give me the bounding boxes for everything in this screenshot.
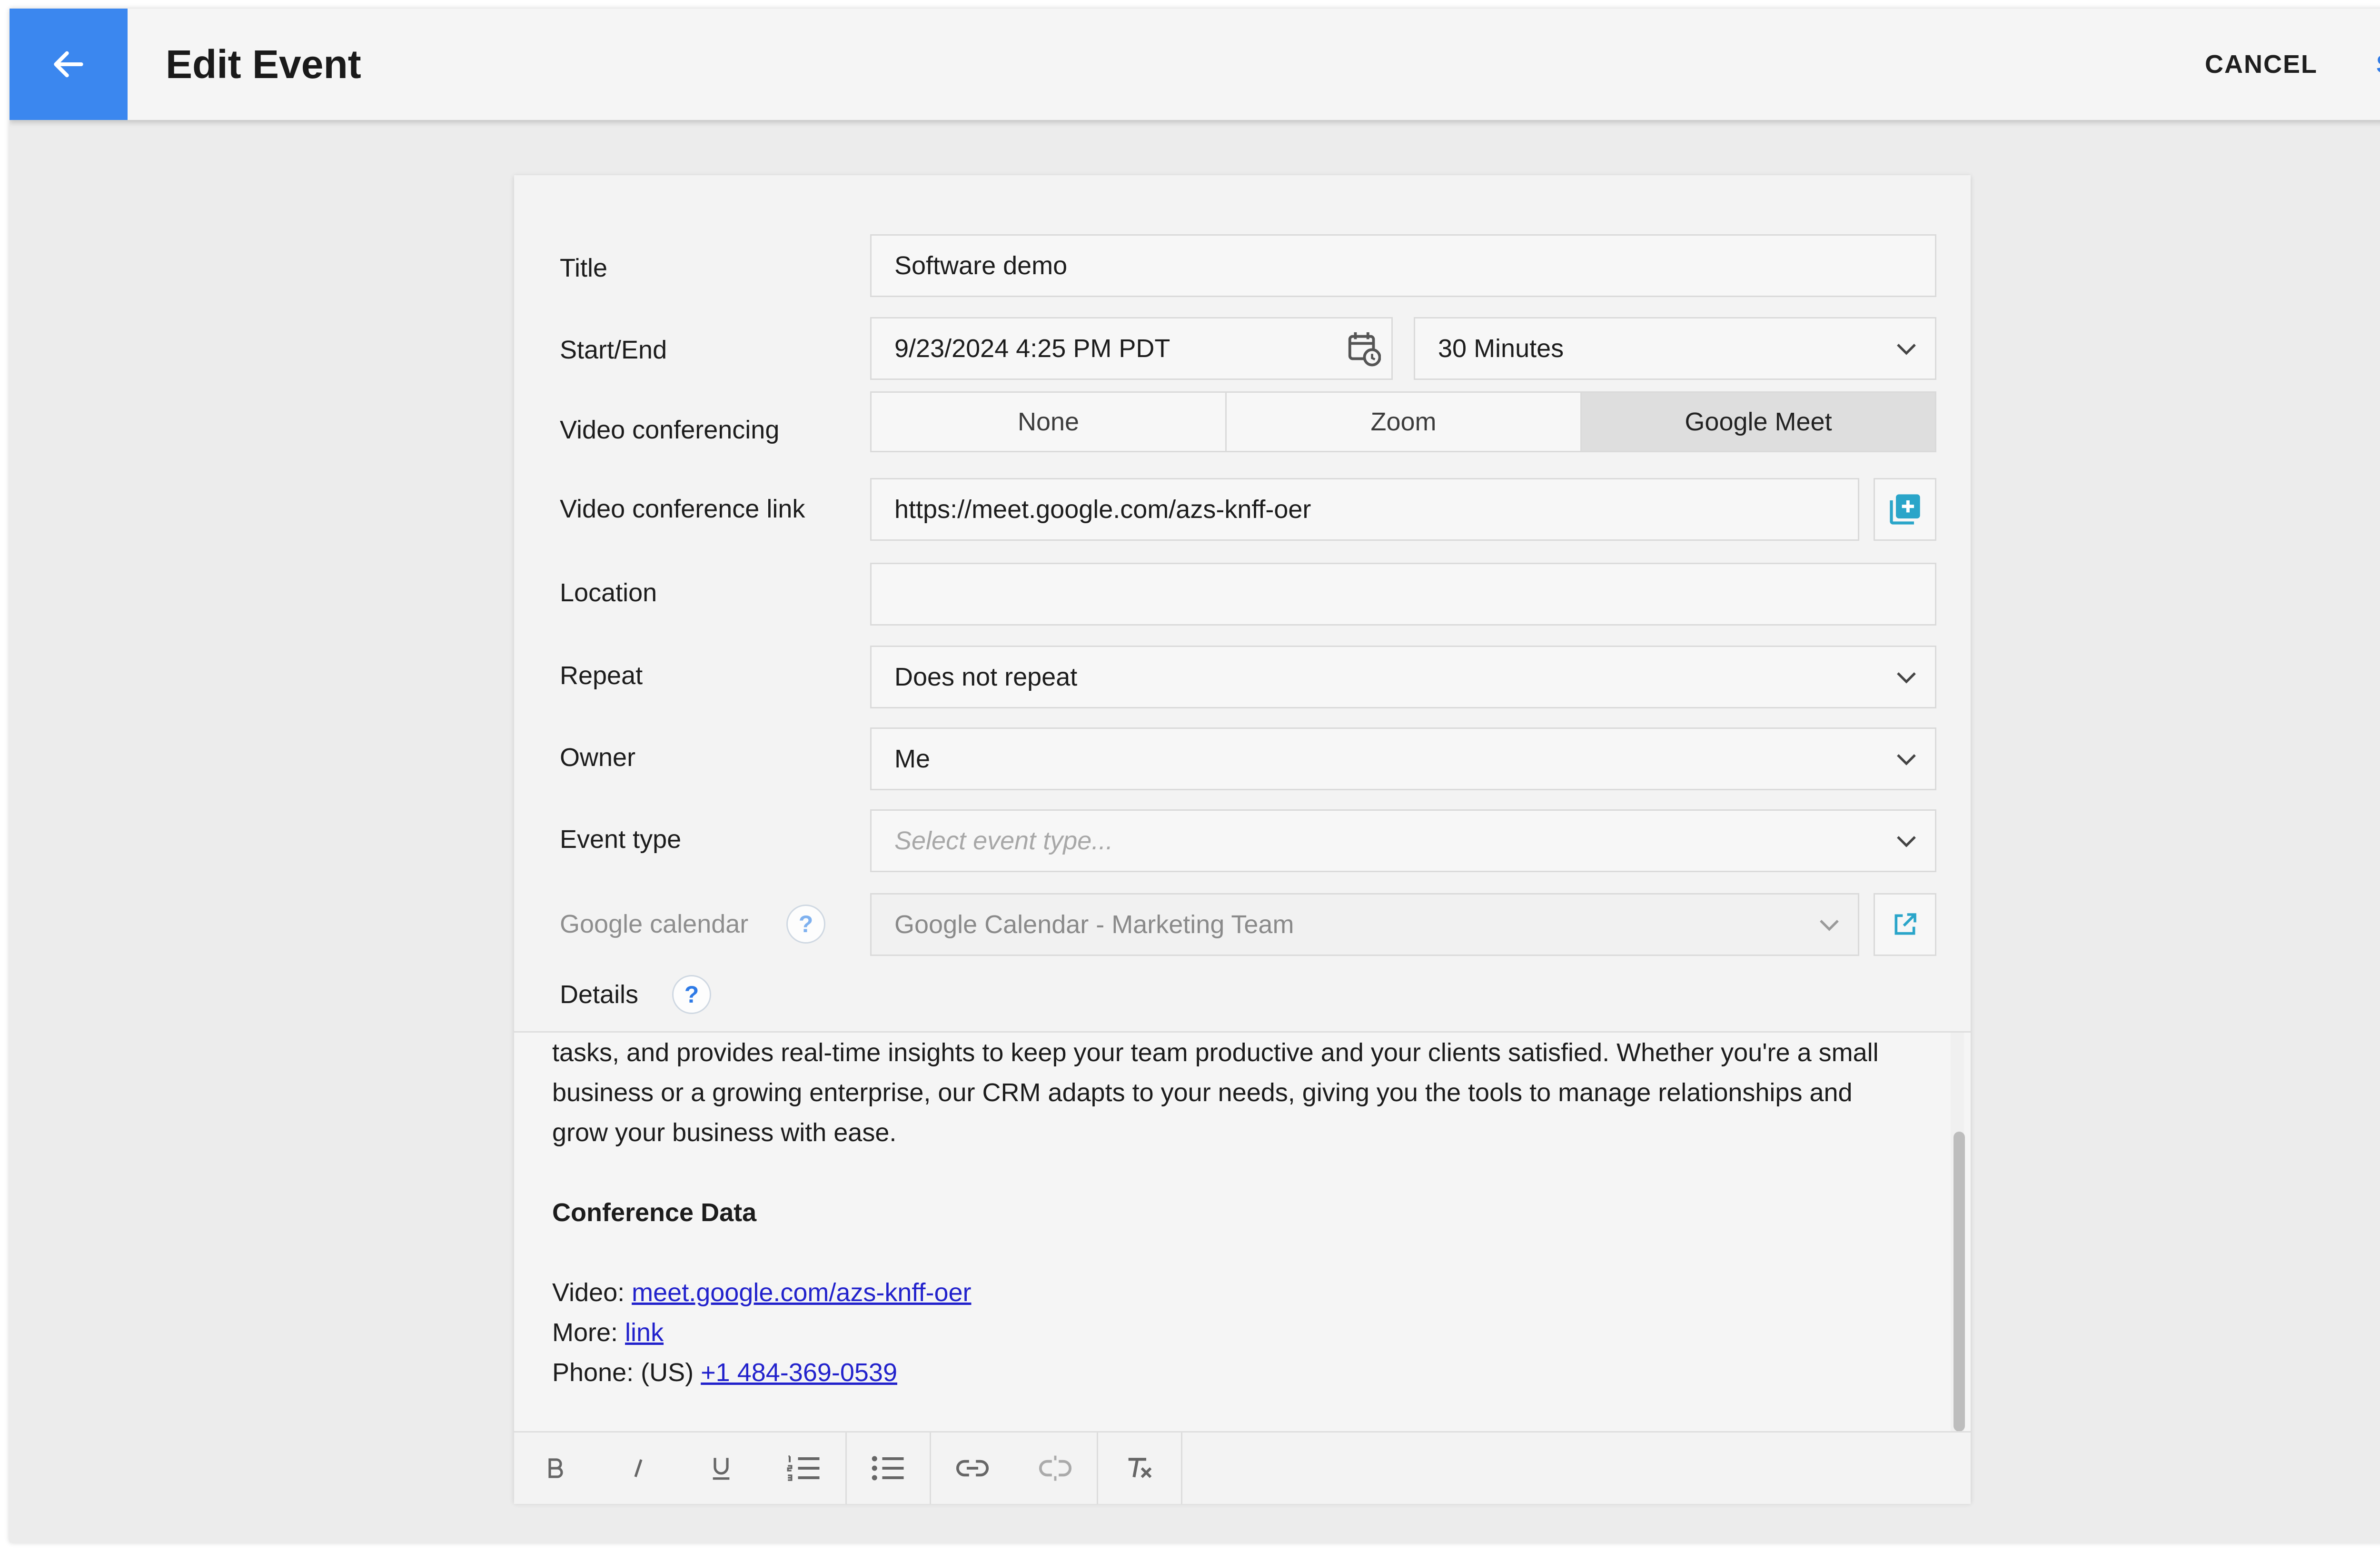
chevron-down-icon bbox=[1897, 836, 1916, 847]
toolbar-divider bbox=[1181, 1433, 1182, 1504]
bullet-list-icon bbox=[872, 1456, 904, 1481]
save-button[interactable]: SAVE bbox=[2376, 9, 2380, 120]
start-end-label: Start/End bbox=[560, 336, 667, 364]
event-form-card: Title Software demo Start/End 9/23/2024 … bbox=[514, 175, 1971, 1504]
bold-button[interactable] bbox=[514, 1433, 597, 1504]
chevron-down-icon bbox=[1897, 672, 1916, 684]
add-video-link-button[interactable] bbox=[1874, 478, 1936, 541]
video-conferencing-label: Video conferencing bbox=[560, 416, 780, 444]
title-value: Software demo bbox=[894, 251, 1068, 280]
bullet-list-button[interactable] bbox=[847, 1433, 930, 1504]
details-line: tasks, and provides real-time insights t… bbox=[552, 1038, 1879, 1067]
calendar-clock-icon[interactable] bbox=[1347, 331, 1381, 367]
phone-prefix: Phone: (US) bbox=[552, 1358, 701, 1387]
event-type-label: Event type bbox=[560, 825, 682, 854]
ordered-list-icon bbox=[787, 1455, 820, 1481]
details-help-icon[interactable]: ? bbox=[672, 975, 711, 1014]
video-link-value: https://meet.google.com/azs-knff-oer bbox=[894, 495, 1311, 524]
google-calendar-label: Google calendar bbox=[560, 910, 749, 938]
owner-label: Owner bbox=[560, 743, 636, 772]
video-prefix: Video: bbox=[552, 1278, 632, 1307]
back-button[interactable] bbox=[10, 9, 128, 120]
owner-value: Me bbox=[894, 745, 931, 773]
conference-data-heading: Conference Data bbox=[552, 1198, 757, 1227]
remove-link-button[interactable] bbox=[1014, 1433, 1097, 1504]
editor-scrollbar[interactable] bbox=[1954, 1132, 1965, 1432]
meet-link[interactable]: meet.google.com/azs-knff-oer bbox=[632, 1278, 971, 1307]
chevron-down-icon bbox=[1897, 754, 1916, 766]
video-option-none[interactable]: None bbox=[872, 393, 1227, 451]
underline-button[interactable] bbox=[680, 1433, 763, 1504]
duration-select[interactable]: 30 Minutes bbox=[1414, 317, 1936, 380]
repeat-select[interactable]: Does not repeat bbox=[870, 646, 1936, 708]
details-editor[interactable]: tasks, and provides real-time insights t… bbox=[514, 1031, 1971, 1433]
arrow-left-icon bbox=[54, 51, 83, 78]
details-label: Details bbox=[560, 980, 639, 1009]
open-calendar-button[interactable] bbox=[1874, 893, 1936, 956]
more-line: More: link bbox=[552, 1313, 1942, 1353]
video-link-label: Video conference link bbox=[560, 495, 805, 523]
video-conferencing-toggle: None Zoom Google Meet bbox=[870, 391, 1936, 452]
formatting-toolbar bbox=[514, 1431, 1971, 1504]
app-window: Edit Event CANCEL SAVE Title Software de… bbox=[10, 9, 2380, 1542]
title-input[interactable]: Software demo bbox=[870, 234, 1936, 297]
owner-select[interactable]: Me bbox=[870, 727, 1936, 790]
start-datetime-input[interactable]: 9/23/2024 4:25 PM PDT bbox=[870, 317, 1393, 380]
bold-icon bbox=[548, 1458, 563, 1478]
add-copy-icon bbox=[1890, 494, 1920, 525]
video-option-google-meet[interactable]: Google Meet bbox=[1582, 393, 1935, 451]
duration-value: 30 Minutes bbox=[1438, 334, 1564, 363]
event-type-select[interactable]: Select event type... bbox=[870, 809, 1936, 872]
italic-icon bbox=[634, 1459, 643, 1477]
phone-link[interactable]: +1 484-369-0539 bbox=[701, 1358, 897, 1387]
details-content[interactable]: tasks, and provides real-time insights t… bbox=[552, 1033, 1942, 1393]
video-line: Video: meet.google.com/azs-knff-oer bbox=[552, 1273, 1942, 1313]
google-calendar-help-icon[interactable]: ? bbox=[786, 905, 825, 944]
location-input[interactable] bbox=[870, 563, 1936, 626]
underline-icon bbox=[713, 1458, 730, 1480]
italic-button[interactable] bbox=[597, 1433, 680, 1504]
chevron-down-icon bbox=[1897, 344, 1916, 355]
chevron-down-icon bbox=[1820, 920, 1839, 931]
start-datetime-value: 9/23/2024 4:25 PM PDT bbox=[894, 334, 1170, 363]
unlink-icon bbox=[1039, 1455, 1072, 1481]
google-calendar-select[interactable]: Google Calendar - Marketing Team bbox=[870, 893, 1859, 956]
more-prefix: More: bbox=[552, 1318, 625, 1347]
phone-line: Phone: (US) +1 484-369-0539 bbox=[552, 1353, 1942, 1393]
ordered-list-button[interactable] bbox=[763, 1433, 845, 1504]
more-link[interactable]: link bbox=[625, 1318, 664, 1347]
google-calendar-value: Google Calendar - Marketing Team bbox=[894, 910, 1294, 939]
location-label: Location bbox=[560, 578, 657, 607]
video-option-zoom[interactable]: Zoom bbox=[1227, 393, 1582, 451]
top-bar: Edit Event CANCEL SAVE bbox=[10, 9, 2380, 120]
repeat-value: Does not repeat bbox=[894, 663, 1078, 691]
page-title: Edit Event bbox=[166, 42, 361, 87]
link-icon bbox=[956, 1460, 989, 1477]
repeat-label: Repeat bbox=[560, 661, 643, 690]
details-line: grow your business with ease. bbox=[552, 1118, 897, 1147]
cancel-button[interactable]: CANCEL bbox=[2205, 9, 2318, 120]
insert-link-button[interactable] bbox=[931, 1433, 1014, 1504]
external-link-icon bbox=[1894, 913, 1916, 935]
details-line: business or a growing enterprise, our CR… bbox=[552, 1078, 1853, 1107]
event-type-placeholder: Select event type... bbox=[894, 826, 1113, 855]
clear-format-icon bbox=[1128, 1458, 1152, 1478]
clear-format-button[interactable] bbox=[1098, 1433, 1181, 1504]
video-link-input[interactable]: https://meet.google.com/azs-knff-oer bbox=[870, 478, 1859, 541]
title-label: Title bbox=[560, 254, 608, 282]
